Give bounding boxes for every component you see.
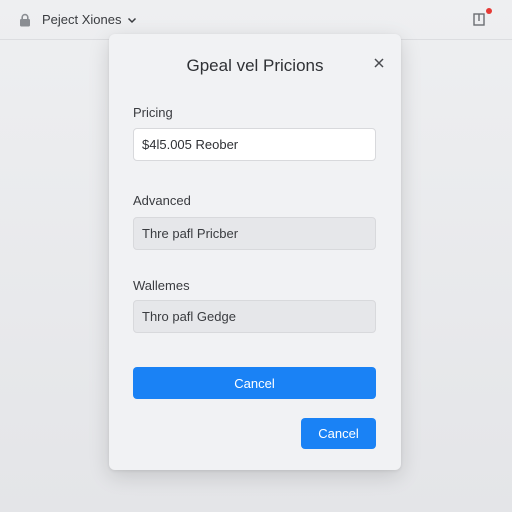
app-window: Peject Xiones Gpeal vel Pricions Pricing…: [0, 0, 512, 512]
wallemes-input[interactable]: [133, 300, 376, 333]
lock-icon: [20, 13, 30, 26]
cancel-button-secondary[interactable]: Cancel: [301, 418, 376, 449]
pricing-label: Pricing: [133, 105, 173, 120]
dialog-title: Gpeal vel Pricions: [186, 56, 324, 75]
advanced-label: Advanced: [133, 193, 191, 208]
close-icon[interactable]: [373, 57, 385, 69]
chevron-down-icon[interactable]: [127, 15, 137, 25]
advanced-input[interactable]: [133, 217, 376, 250]
notification-badge: [486, 8, 492, 14]
project-name[interactable]: Peject Xiones: [42, 12, 122, 27]
pricing-dialog: Gpeal vel Pricions Pricing Advanced Wall…: [109, 34, 401, 470]
wallemes-label: Wallemes: [133, 278, 190, 293]
notification-icon: [473, 13, 485, 26]
pricing-input[interactable]: [133, 128, 376, 161]
cancel-button-primary[interactable]: Cancel: [133, 367, 376, 399]
notification-button[interactable]: [472, 8, 492, 27]
